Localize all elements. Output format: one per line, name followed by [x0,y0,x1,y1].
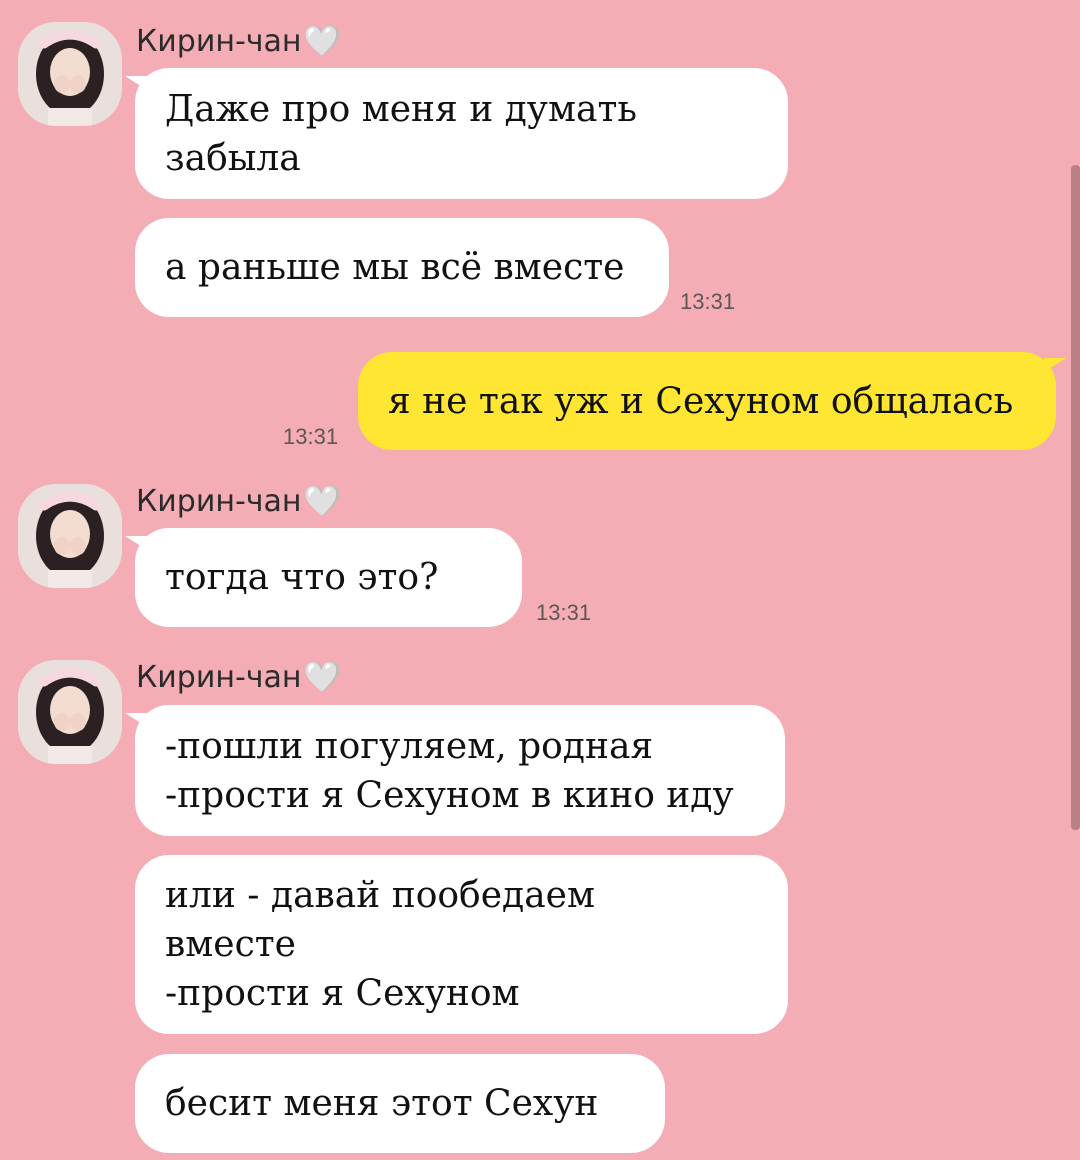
message-text: Даже про меня и думать забыла [165,88,637,179]
message-bubble[interactable]: или - давай пообедаем вместе -прости я С… [135,855,788,1034]
message-text: или - давай пообедаем вместе -прости я С… [165,875,595,1014]
avatar-photo-icon [18,22,122,126]
message-timestamp: 13:31 [680,289,736,314]
contact-name: Кирин-чан🤍 [136,658,341,698]
white-heart-icon: 🤍 [303,484,341,519]
contact-name-text: Кирин-чан [136,484,302,519]
message-text: -пошли погуляем, родная -прости я Сехуно… [165,725,734,816]
message-bubble[interactable]: а раньше мы всё вместе [135,218,669,317]
avatar-photo-icon [18,660,122,764]
message-timestamp: 13:31 [536,600,592,625]
contact-avatar[interactable] [18,660,122,764]
message-timestamp: 13:31 [283,424,339,449]
message-bubble[interactable]: тогда что это? [125,528,522,627]
contact-name-text: Кирин-чан [136,24,302,59]
contact-name: Кирин-чан🤍 [136,22,341,62]
contact-name-text: Кирин-чан [136,660,302,695]
message-text: а раньше мы всё вместе [165,247,625,288]
message-bubble[interactable]: Даже про меня и думать забыла [125,68,788,199]
message-text: бесит меня этот Сехун [165,1083,599,1124]
avatar-photo-icon [18,484,122,588]
message-text: я не так уж и Сехуном общалась [388,380,1014,422]
white-heart-icon: 🤍 [303,24,341,59]
message-bubble-outgoing[interactable]: я не так уж и Сехуном общалась [358,352,1066,450]
message-bubble[interactable]: -пошли погуляем, родная -прости я Сехуно… [125,705,785,836]
contact-avatar[interactable] [18,22,122,126]
contact-name: Кирин-чан🤍 [136,482,341,522]
scrollbar[interactable] [1071,165,1080,830]
message-bubble[interactable]: бесит меня этот Сехун [135,1054,665,1153]
white-heart-icon: 🤍 [303,660,341,695]
message-text: тогда что это? [165,557,439,598]
contact-avatar[interactable] [18,484,122,588]
